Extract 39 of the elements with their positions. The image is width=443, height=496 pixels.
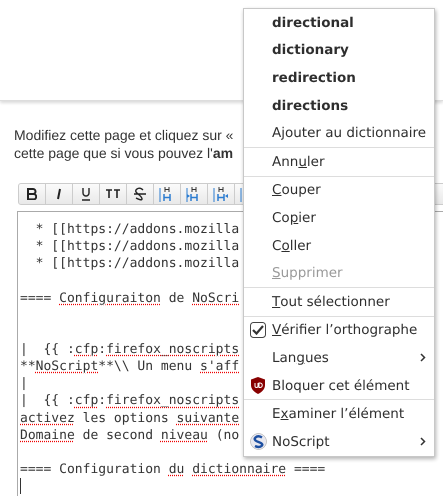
underline-icon bbox=[81, 187, 91, 201]
code-line: ==== Configuraiton de NoScri bbox=[20, 290, 240, 306]
menu-item[interactable]: Tout sélectionner bbox=[244, 288, 434, 316]
text-cursor bbox=[20, 478, 21, 494]
code-line: ==== Configuration du dictionnaire ==== bbox=[20, 462, 326, 477]
suggestion-item[interactable]: redirection bbox=[244, 64, 434, 92]
menu-item[interactable]: Annuler bbox=[244, 148, 434, 176]
monospace-icon bbox=[106, 189, 120, 199]
menu-item[interactable]: Examiner l’élément bbox=[244, 400, 434, 428]
instruction-text: cette page que si vous pouvez l'am bbox=[14, 144, 234, 162]
code-line: | {{ :cfp:firefox_noscripts bbox=[20, 393, 240, 408]
code-line: * [[https://addons.mozilla bbox=[34, 222, 240, 237]
chevron-right-icon bbox=[420, 353, 426, 362]
suggestion-item[interactable]: directions bbox=[244, 92, 434, 120]
menu-item[interactable]: Coller bbox=[244, 232, 434, 260]
suggestion-item[interactable]: dictionary bbox=[244, 36, 434, 64]
menu-item[interactable]: Langues bbox=[244, 344, 434, 372]
menu-item[interactable]: Couper bbox=[244, 176, 434, 204]
strikethrough-icon bbox=[134, 187, 146, 201]
chevron-right-icon bbox=[420, 436, 426, 446]
heading-icon bbox=[213, 186, 229, 202]
shield-icon bbox=[250, 376, 266, 394]
bold-icon bbox=[27, 188, 37, 200]
code-line: **NoScript**\\ Un menu s'aff bbox=[20, 359, 240, 374]
code-line: | {{ :cfp:firefox_noscripts bbox=[20, 342, 240, 357]
code-line: | bbox=[20, 376, 28, 392]
italic-icon bbox=[55, 188, 63, 200]
code-line: * [[https://addons.mozilla bbox=[34, 239, 240, 254]
menu-item[interactable]: NoScript bbox=[244, 428, 434, 456]
code-line: activez les options suivante bbox=[20, 410, 240, 426]
menu-item[interactable]: Vérifier l’orthographe bbox=[244, 316, 434, 344]
menu-item[interactable]: Bloquer cet élément bbox=[244, 372, 434, 400]
s-badge-icon bbox=[250, 432, 267, 450]
instruction-text: Modifiez cette page et cliquez sur « bbox=[14, 126, 234, 144]
suggestion-item[interactable]: directional bbox=[244, 9, 434, 37]
code-line: * [[https://addons.mozilla bbox=[34, 256, 240, 272]
menu-item[interactable]: Ajouter au dictionnaire bbox=[244, 119, 434, 147]
code-line: Domaine de second niveau (no bbox=[20, 428, 240, 443]
menu-item[interactable]: Copier bbox=[244, 204, 434, 232]
